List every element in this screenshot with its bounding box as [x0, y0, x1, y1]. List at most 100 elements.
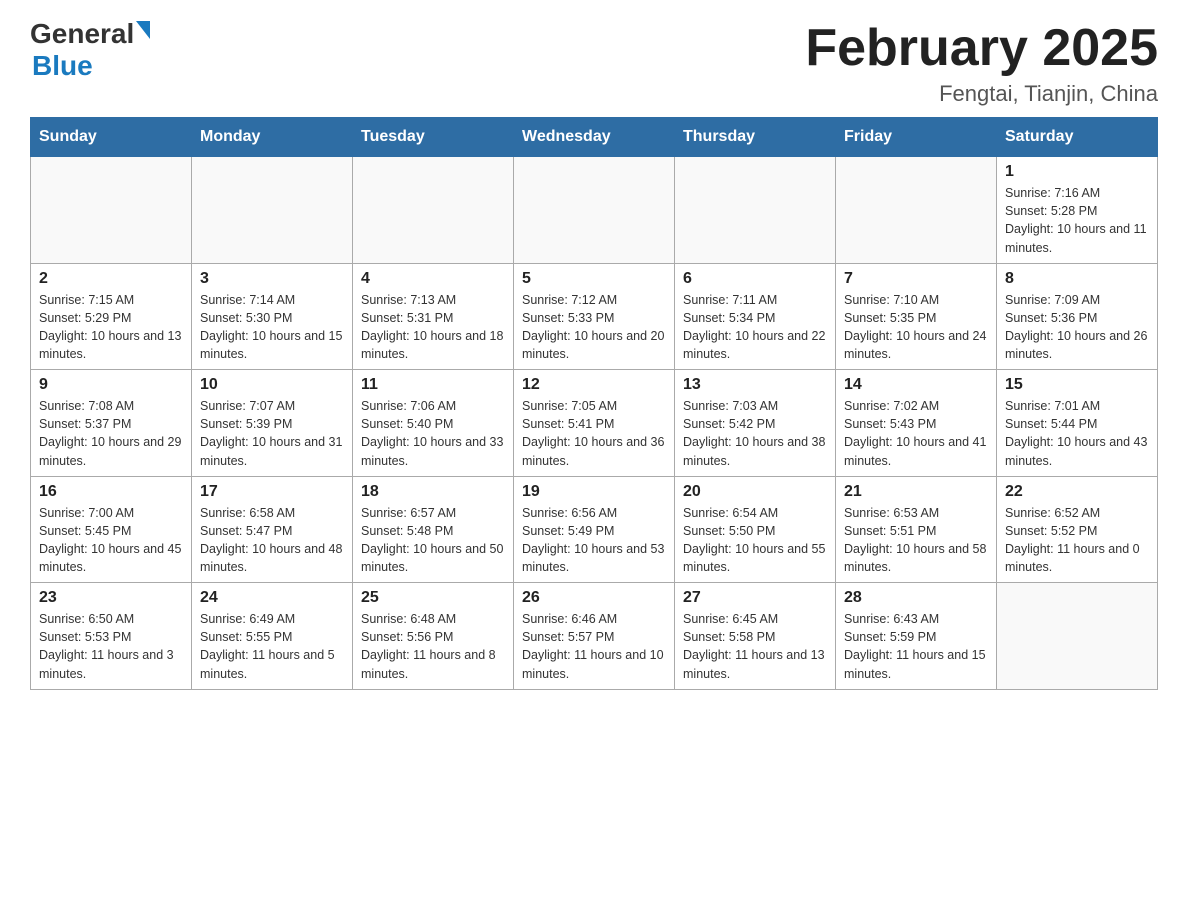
calendar-week-row: 1 Sunrise: 7:16 AMSunset: 5:28 PMDaylight…	[31, 157, 1158, 264]
table-row: 2Sunrise: 7:15 AMSunset: 5:29 PMDaylight…	[31, 263, 192, 370]
table-row: 25 Sunrise: 6:48 AMSunset: 5:56 PMDayligh…	[353, 583, 514, 690]
day-number: 28	[844, 589, 988, 607]
day-number: 12	[522, 376, 666, 394]
day-number: 25	[361, 589, 505, 607]
day-info: Sunrise: 6:45 AMSunset: 5:58 PMDaylight:…	[683, 610, 827, 683]
day-info: Sunrise: 6:56 AMSunset: 5:49 PMDaylight:…	[522, 504, 666, 577]
day-info: Sunrise: 6:58 AMSunset: 5:47 PMDaylight:…	[200, 504, 344, 577]
table-row: 1 Sunrise: 7:16 AMSunset: 5:28 PMDaylight…	[997, 157, 1158, 264]
logo-arrow-icon	[136, 21, 150, 39]
day-number: 23	[39, 589, 183, 607]
day-info: Sunrise: 6:50 AMSunset: 5:53 PMDaylight:…	[39, 610, 183, 683]
day-info: Sunrise: 7:03 AMSunset: 5:42 PMDaylight:…	[683, 397, 827, 470]
table-row: 15Sunrise: 7:01 AMSunset: 5:44 PMDayligh…	[997, 370, 1158, 477]
table-row: 20 Sunrise: 6:54 AMSunset: 5:50 PMDayligh…	[675, 476, 836, 583]
table-row: 11 Sunrise: 7:06 AMSunset: 5:40 PMDayligh…	[353, 370, 514, 477]
day-number: 24	[200, 589, 344, 607]
day-number: 7	[844, 270, 988, 288]
day-info: Sunrise: 7:06 AMSunset: 5:40 PMDaylight:…	[361, 397, 505, 470]
day-info: Sunrise: 7:08 AMSunset: 5:37 PMDaylight:…	[39, 397, 183, 470]
col-thursday: Thursday	[675, 118, 836, 157]
day-number: 19	[522, 483, 666, 501]
col-friday: Friday	[836, 118, 997, 157]
day-info: Sunrise: 7:07 AMSunset: 5:39 PMDaylight:…	[200, 397, 344, 470]
col-sunday: Sunday	[31, 118, 192, 157]
day-info: Sunrise: 7:16 AMSunset: 5:28 PMDaylight:…	[1005, 184, 1149, 257]
table-row: 8 Sunrise: 7:09 AMSunset: 5:36 PMDaylight…	[997, 263, 1158, 370]
day-number: 27	[683, 589, 827, 607]
calendar-week-row: 9 Sunrise: 7:08 AMSunset: 5:37 PMDaylight…	[31, 370, 1158, 477]
table-row: 9 Sunrise: 7:08 AMSunset: 5:37 PMDaylight…	[31, 370, 192, 477]
col-monday: Monday	[192, 118, 353, 157]
table-row: 3Sunrise: 7:14 AMSunset: 5:30 PMDaylight…	[192, 263, 353, 370]
calendar-week-row: 16Sunrise: 7:00 AMSunset: 5:45 PMDayligh…	[31, 476, 1158, 583]
day-info: Sunrise: 7:05 AMSunset: 5:41 PMDaylight:…	[522, 397, 666, 470]
table-row	[514, 157, 675, 264]
table-row: 28 Sunrise: 6:43 AMSunset: 5:59 PMDayligh…	[836, 583, 997, 690]
col-wednesday: Wednesday	[514, 118, 675, 157]
table-row: 26 Sunrise: 6:46 AMSunset: 5:57 PMDayligh…	[514, 583, 675, 690]
day-info: Sunrise: 7:12 AMSunset: 5:33 PMDaylight:…	[522, 291, 666, 364]
logo: General Blue	[30, 20, 150, 82]
day-info: Sunrise: 6:54 AMSunset: 5:50 PMDaylight:…	[683, 504, 827, 577]
day-info: Sunrise: 6:46 AMSunset: 5:57 PMDaylight:…	[522, 610, 666, 683]
day-number: 6	[683, 270, 827, 288]
day-info: Sunrise: 6:48 AMSunset: 5:56 PMDaylight:…	[361, 610, 505, 683]
day-number: 14	[844, 376, 988, 394]
table-row: 12 Sunrise: 7:05 AMSunset: 5:41 PMDayligh…	[514, 370, 675, 477]
day-number: 11	[361, 376, 505, 394]
table-row	[353, 157, 514, 264]
calendar-week-row: 2Sunrise: 7:15 AMSunset: 5:29 PMDaylight…	[31, 263, 1158, 370]
logo-blue: Blue	[32, 50, 93, 82]
day-number: 20	[683, 483, 827, 501]
table-row: 24 Sunrise: 6:49 AMSunset: 5:55 PMDayligh…	[192, 583, 353, 690]
table-row: 14 Sunrise: 7:02 AMSunset: 5:43 PMDayligh…	[836, 370, 997, 477]
table-row: 17 Sunrise: 6:58 AMSunset: 5:47 PMDayligh…	[192, 476, 353, 583]
table-row	[31, 157, 192, 264]
day-number: 2	[39, 270, 183, 288]
day-number: 5	[522, 270, 666, 288]
table-row: 19 Sunrise: 6:56 AMSunset: 5:49 PMDayligh…	[514, 476, 675, 583]
day-info: Sunrise: 7:09 AMSunset: 5:36 PMDaylight:…	[1005, 291, 1149, 364]
day-info: Sunrise: 7:13 AMSunset: 5:31 PMDaylight:…	[361, 291, 505, 364]
day-info: Sunrise: 7:10 AMSunset: 5:35 PMDaylight:…	[844, 291, 988, 364]
day-info: Sunrise: 6:52 AMSunset: 5:52 PMDaylight:…	[1005, 504, 1149, 577]
day-info: Sunrise: 6:53 AMSunset: 5:51 PMDaylight:…	[844, 504, 988, 577]
table-row: 7 Sunrise: 7:10 AMSunset: 5:35 PMDaylight…	[836, 263, 997, 370]
table-row	[997, 583, 1158, 690]
day-number: 9	[39, 376, 183, 394]
table-row: 13 Sunrise: 7:03 AMSunset: 5:42 PMDayligh…	[675, 370, 836, 477]
logo-general: General	[30, 20, 134, 48]
col-tuesday: Tuesday	[353, 118, 514, 157]
table-row: 18Sunrise: 6:57 AMSunset: 5:48 PMDayligh…	[353, 476, 514, 583]
day-info: Sunrise: 6:57 AMSunset: 5:48 PMDaylight:…	[361, 504, 505, 577]
day-number: 8	[1005, 270, 1149, 288]
table-row: 16Sunrise: 7:00 AMSunset: 5:45 PMDayligh…	[31, 476, 192, 583]
day-number: 26	[522, 589, 666, 607]
day-info: Sunrise: 7:00 AMSunset: 5:45 PMDaylight:…	[39, 504, 183, 577]
table-row: 5 Sunrise: 7:12 AMSunset: 5:33 PMDaylight…	[514, 263, 675, 370]
day-number: 4	[361, 270, 505, 288]
table-row: 23 Sunrise: 6:50 AMSunset: 5:53 PMDayligh…	[31, 583, 192, 690]
title-block: February 2025 Fengtai, Tianjin, China	[805, 20, 1158, 107]
day-number: 10	[200, 376, 344, 394]
calendar-header-row: Sunday Monday Tuesday Wednesday Thursday…	[31, 118, 1158, 157]
day-info: Sunrise: 6:43 AMSunset: 5:59 PMDaylight:…	[844, 610, 988, 683]
day-info: Sunrise: 6:49 AMSunset: 5:55 PMDaylight:…	[200, 610, 344, 683]
day-number: 3	[200, 270, 344, 288]
calendar-table: Sunday Monday Tuesday Wednesday Thursday…	[30, 117, 1158, 690]
table-row	[675, 157, 836, 264]
table-row	[192, 157, 353, 264]
table-row: 6Sunrise: 7:11 AMSunset: 5:34 PMDaylight…	[675, 263, 836, 370]
day-number: 21	[844, 483, 988, 501]
page-header: General Blue February 2025 Fengtai, Tian…	[30, 20, 1158, 107]
day-number: 1	[1005, 163, 1149, 181]
day-number: 13	[683, 376, 827, 394]
location: Fengtai, Tianjin, China	[805, 81, 1158, 107]
day-info: Sunrise: 7:01 AMSunset: 5:44 PMDaylight:…	[1005, 397, 1149, 470]
table-row	[836, 157, 997, 264]
day-number: 17	[200, 483, 344, 501]
table-row: 21 Sunrise: 6:53 AMSunset: 5:51 PMDayligh…	[836, 476, 997, 583]
table-row: 4 Sunrise: 7:13 AMSunset: 5:31 PMDaylight…	[353, 263, 514, 370]
day-info: Sunrise: 7:02 AMSunset: 5:43 PMDaylight:…	[844, 397, 988, 470]
